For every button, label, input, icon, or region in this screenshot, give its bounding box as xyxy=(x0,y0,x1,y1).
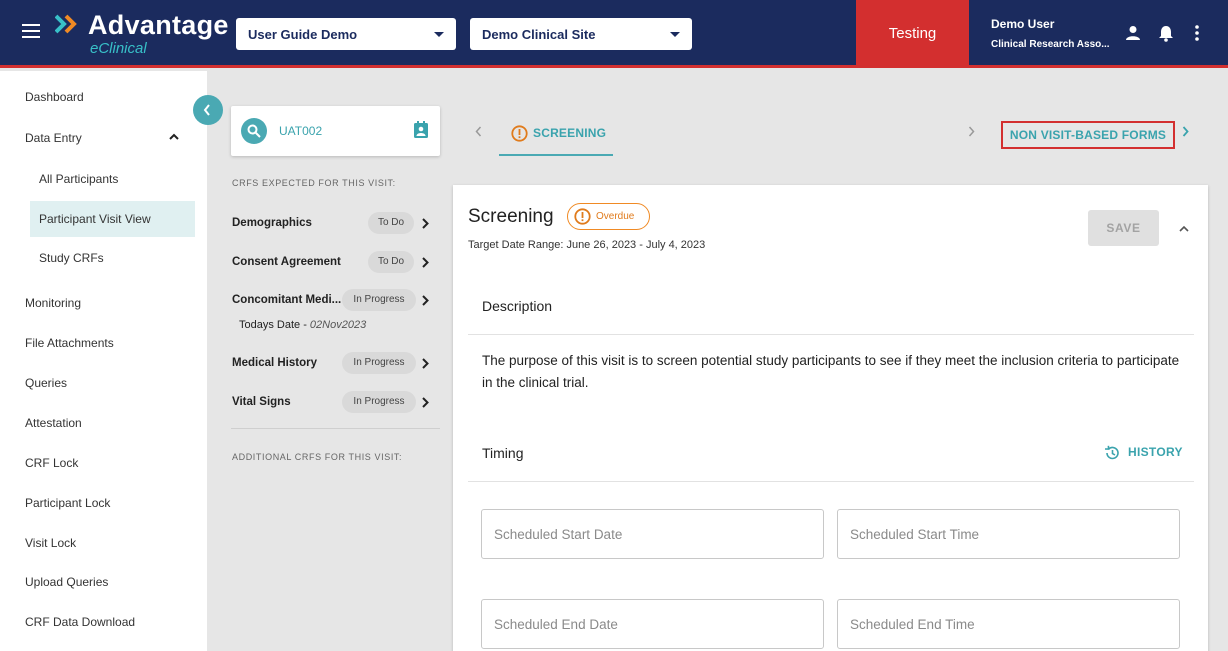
status-badge: Overdue xyxy=(567,203,650,230)
user-name[interactable]: Demo User xyxy=(991,17,1054,31)
sidebar-item-file-attachments[interactable]: File Attachments xyxy=(0,325,207,361)
chevron-right-icon[interactable] xyxy=(422,358,429,369)
chevron-up-icon[interactable] xyxy=(1179,225,1189,232)
crf-row-concomitant-medications[interactable]: Concomitant Medi... In Progress xyxy=(232,289,439,311)
timing-title: Timing xyxy=(482,445,524,461)
crf-status-badge[interactable]: To Do xyxy=(368,212,414,234)
logo-subtitle: eClinical xyxy=(90,40,147,57)
alert-circle-icon xyxy=(574,208,591,225)
crf-name: Demographics xyxy=(232,217,312,229)
history-button[interactable]: HISTORY xyxy=(1104,444,1182,462)
description-title: Description xyxy=(482,298,553,314)
todays-date-label: Todays Date - xyxy=(239,319,310,331)
sidebar-item-dashboard[interactable]: Dashboard xyxy=(0,79,207,115)
person-icon[interactable] xyxy=(1125,25,1141,41)
divider xyxy=(468,334,1194,335)
sidebar-item-all-participants[interactable]: All Participants xyxy=(0,161,207,197)
crf-row-demographics[interactable]: Demographics To Do xyxy=(232,212,439,234)
crfs-expected-heading: CRFS EXPECTED FOR THIS VISIT: xyxy=(232,178,396,188)
search-icon xyxy=(247,124,261,138)
crf-row-medical-history[interactable]: Medical History In Progress xyxy=(232,352,439,374)
sidebar-item-upload-queries[interactable]: Upload Queries xyxy=(0,564,207,600)
crf-name: Vital Signs xyxy=(232,396,291,408)
participant-id: UAT002 xyxy=(279,124,323,138)
crf-row-vital-signs[interactable]: Vital Signs In Progress xyxy=(232,391,439,413)
sidebar-item-data-entry[interactable]: Data Entry xyxy=(0,120,207,156)
crfs-additional-heading: ADDITIONAL CRFS FOR THIS VISIT: xyxy=(232,452,403,462)
divider xyxy=(468,481,1194,482)
search-button[interactable] xyxy=(241,118,267,144)
crf-name: Medical History xyxy=(232,357,317,369)
chevron-right-icon[interactable] xyxy=(422,257,429,268)
logo-title: Advantage xyxy=(88,10,229,40)
target-date-range: Target Date Range: June 26, 2023 - July … xyxy=(468,239,706,251)
environment-badge: Testing xyxy=(856,0,969,68)
sidebar-item-attestation[interactable]: Attestation xyxy=(0,405,207,441)
chevron-right-icon[interactable] xyxy=(422,295,429,306)
crf-status-badge[interactable]: In Progress xyxy=(342,289,416,311)
crf-name: Concomitant Medi... xyxy=(232,294,342,306)
participant-search-card[interactable]: UAT002 xyxy=(231,106,440,156)
divider xyxy=(231,428,440,429)
sidebar: Dashboard Data Entry All Participants Pa… xyxy=(0,71,207,651)
chevron-down-icon xyxy=(434,32,444,37)
user-role[interactable]: Clinical Research Asso... xyxy=(991,39,1110,50)
sidebar-item-crf-lock[interactable]: CRF Lock xyxy=(0,445,207,481)
crf-status-badge[interactable]: To Do xyxy=(368,251,414,273)
crf-name: Consent Agreement xyxy=(232,256,341,268)
scheduled-start-time-field[interactable] xyxy=(837,509,1180,559)
chevron-left-icon xyxy=(203,104,210,116)
menu-icon[interactable] xyxy=(22,24,40,38)
site-select[interactable]: Demo Clinical Site xyxy=(470,18,692,50)
more-vert-icon[interactable] xyxy=(1194,25,1200,41)
chevron-right-icon[interactable] xyxy=(422,397,429,408)
logo-chevrons-icon xyxy=(55,14,77,34)
description-text: The purpose of this visit is to screen p… xyxy=(482,353,1180,390)
history-label: HISTORY xyxy=(1128,445,1183,459)
chevron-down-icon xyxy=(670,32,680,37)
crf-status-badge[interactable]: In Progress xyxy=(342,391,416,413)
history-icon xyxy=(1104,445,1119,460)
contact-card-icon[interactable] xyxy=(413,121,429,139)
site-select-value: Demo Clinical Site xyxy=(482,27,596,42)
non-visit-based-forms-tab[interactable]: NON VISIT-BASED FORMS xyxy=(1001,121,1175,149)
scheduled-end-time-field[interactable] xyxy=(837,599,1180,649)
sidebar-collapse-button[interactable] xyxy=(193,95,223,125)
crf-row-consent-agreement[interactable]: Consent Agreement To Do xyxy=(232,251,439,273)
crf-status-badge[interactable]: In Progress xyxy=(342,352,416,374)
tab-screening[interactable]: SCREENING xyxy=(499,118,613,156)
bell-icon[interactable] xyxy=(1158,25,1174,42)
sidebar-item-participant-visit-view[interactable]: Participant Visit View xyxy=(30,201,195,237)
sidebar-item-queries[interactable]: Queries xyxy=(0,365,207,401)
tab-label: SCREENING xyxy=(533,126,607,140)
sidebar-item-label: Data Entry xyxy=(25,131,82,145)
study-select-value: User Guide Demo xyxy=(248,27,358,42)
app-header: Advantage eClinical User Guide Demo Demo… xyxy=(0,0,1228,68)
sidebar-item-study-crfs[interactable]: Study CRFs xyxy=(0,240,207,276)
chevron-right-icon[interactable] xyxy=(422,218,429,229)
save-button[interactable]: SAVE xyxy=(1088,210,1159,246)
visit-title: Screening xyxy=(468,206,554,227)
scheduled-end-date-field[interactable] xyxy=(481,599,824,649)
study-select[interactable]: User Guide Demo xyxy=(236,18,456,50)
sidebar-item-crf-data-download[interactable]: CRF Data Download xyxy=(0,604,207,640)
visit-card: Screening Overdue Target Date Range: Jun… xyxy=(453,185,1208,651)
scheduled-start-date-field[interactable] xyxy=(481,509,824,559)
sidebar-item-participant-lock[interactable]: Participant Lock xyxy=(0,485,207,521)
sidebar-item-monitoring[interactable]: Monitoring xyxy=(0,285,207,321)
previous-visit-icon[interactable] xyxy=(475,126,482,137)
chevron-up-icon xyxy=(169,133,179,140)
todays-date-value: 02Nov2023 xyxy=(309,319,367,331)
todays-date: Todays Date - 02Nov2023 xyxy=(239,319,366,331)
next-visit-icon[interactable] xyxy=(968,126,975,137)
sidebar-item-visit-lock[interactable]: Visit Lock xyxy=(0,525,207,561)
alert-circle-icon xyxy=(511,125,528,142)
chevron-right-icon[interactable] xyxy=(1182,126,1189,137)
tab-underline xyxy=(499,154,613,156)
status-label: Overdue xyxy=(596,211,635,222)
